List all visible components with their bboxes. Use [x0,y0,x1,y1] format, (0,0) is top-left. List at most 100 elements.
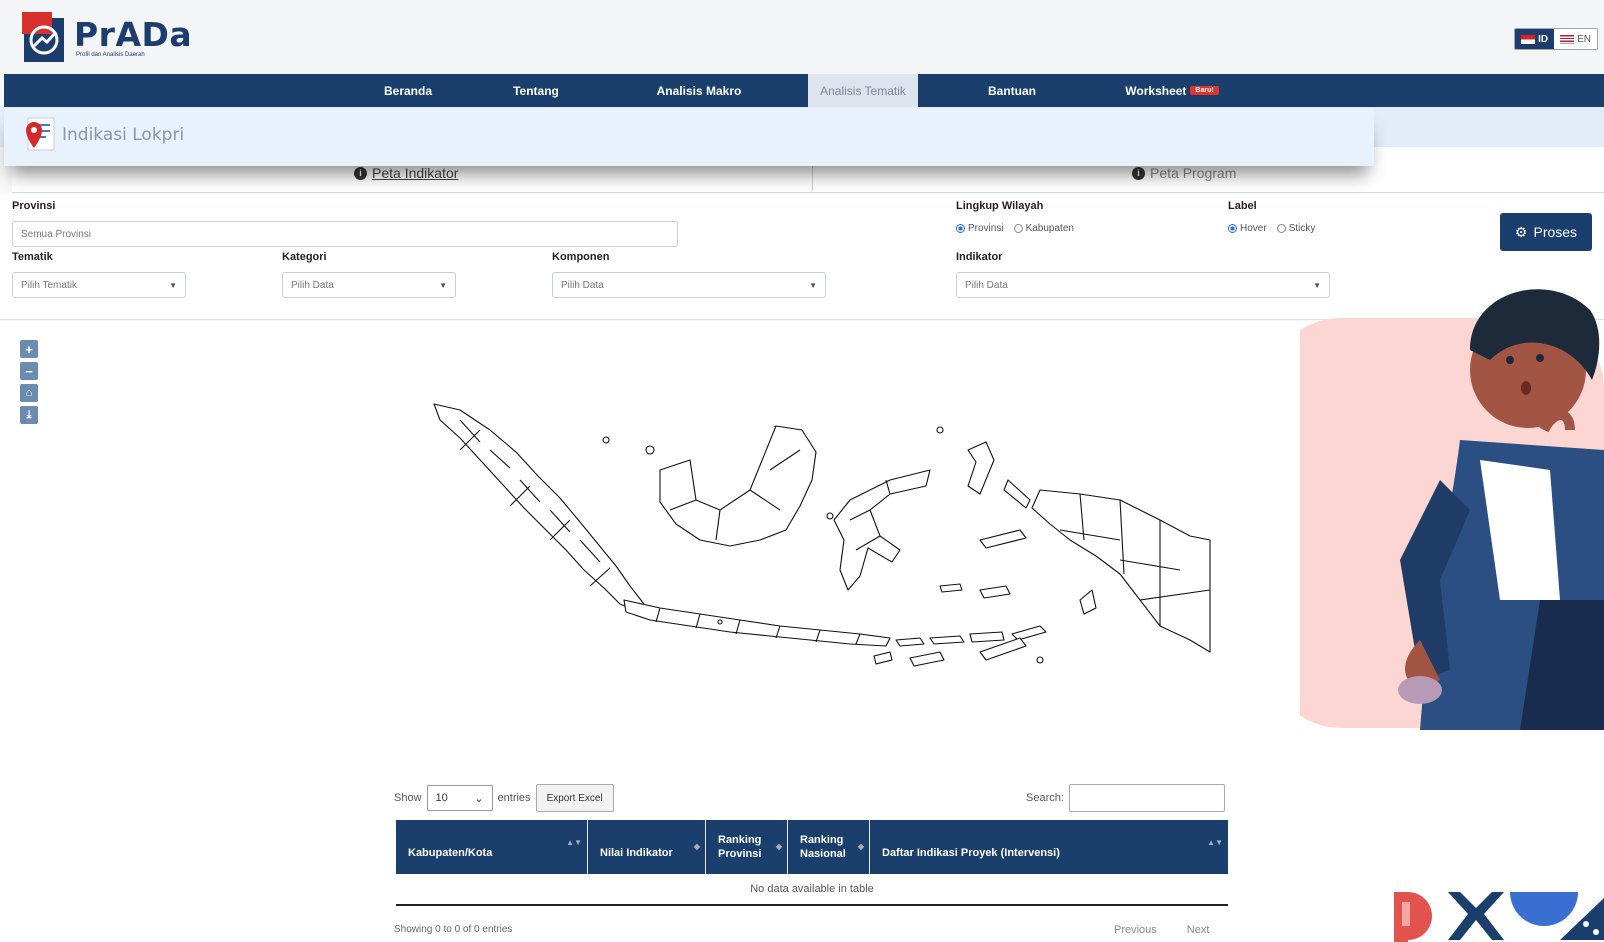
sort-icon: ◆ [775,842,782,851]
nav-beranda[interactable]: Beranda [356,74,460,107]
kategori-value: Pilih Data [291,279,334,291]
nav-tentang[interactable]: Tentang [488,74,584,107]
radio-sticky[interactable]: Sticky [1276,223,1316,234]
radio-kabupaten-label: Kabupaten [1025,223,1074,234]
sort-icon: ◆ [693,842,700,851]
tematik-select[interactable]: Pilih Tematik ▼ [12,272,186,298]
lang-id-label: ID [1538,33,1549,45]
sort-asc-icon: ▲▼ [566,838,582,847]
col-daftar-label: Daftar Indikasi Proyek (Intervensi) [882,847,1060,859]
main-navbar: Beranda Tentang Analisis Makro Analisis … [4,74,1604,107]
search-label: Search: [1026,792,1064,804]
page: PrADa Profil dan Analisis Daerah ID EN B… [0,0,1604,942]
proses-label: Proses [1533,224,1578,240]
table-header: Kabupaten/Kota ▲▼ Nilai Indikator ◆ Rankin… [396,820,1228,874]
map-controls: + − ⌂ ⤓ [20,340,38,424]
id-flag-icon [1521,34,1536,44]
uk-flag-icon [1560,34,1575,44]
region-java [623,599,891,647]
col-ranking-nasional[interactable]: Ranking Nasional ◆ [788,820,870,874]
nav-analisis-tematik[interactable]: Analisis Tematik [808,74,918,107]
kategori-label: Kategori [282,251,327,263]
radio-checked-icon [956,224,965,233]
character-illustration [1300,289,1604,730]
caret-down-icon: ▼ [169,280,177,290]
logo-mark-icon [22,12,64,62]
lang-en-label: EN [1577,33,1591,45]
empty-table-row: No data available in table [396,874,1228,906]
zoom-out-button[interactable]: − [20,362,38,380]
table-info: Showing 0 to 0 of 0 entries [394,924,513,935]
tematik-value: Pilih Tematik [21,279,77,291]
proses-button[interactable]: ⚙ Proses [1500,213,1592,251]
indonesia-map[interactable] [420,390,1230,690]
col-rank-nas-label-1: Ranking [800,834,844,846]
page-title-banner: Indikasi Lokpri [4,108,1374,166]
radio-hover-label: Hover [1240,223,1267,234]
label-label: Label [1228,200,1257,212]
komponen-label: Komponen [552,251,610,263]
region-sumatra [433,403,645,613]
lang-en-button[interactable]: EN [1554,29,1597,49]
tab-peta-indikator[interactable]: i Peta Indikator [354,165,458,181]
lingkup-wilayah-label: Lingkup Wilayah [956,200,1044,212]
provinsi-placeholder: Semua Provinsi [21,228,92,240]
col-nilai-indikator[interactable]: Nilai Indikator ◆ [588,820,706,874]
next-button[interactable]: Next [1187,924,1210,936]
label-radios: Hover Sticky [1228,223,1315,234]
indikator-select[interactable]: Pilih Data ▼ [956,272,1330,298]
radio-hover[interactable]: Hover [1228,223,1267,234]
prada-logo[interactable]: PrADa Profil dan Analisis Daerah [22,12,192,64]
nav-analisis-makro[interactable]: Analisis Makro [624,74,774,107]
indikator-label: Indikator [956,251,1003,263]
page-title: Indikasi Lokpri [62,125,185,145]
radio-unchecked-icon [1276,224,1286,233]
kategori-select[interactable]: Pilih Data ▼ [282,272,456,298]
radio-sticky-label: Sticky [1288,223,1316,234]
search-control: Search: [1026,784,1225,812]
tab-peta-indikator-label: Peta Indikator [372,165,459,181]
indikator-value: Pilih Data [965,279,1008,291]
lingkup-wilayah-radios: Provinsi Kabupaten [956,223,1074,234]
info-icon: i [354,166,367,180]
provinsi-input[interactable]: Semua Provinsi [12,221,678,247]
decorative-shapes [1394,892,1604,942]
radio-checked-icon [1228,224,1237,233]
new-badge: Baru! [1190,86,1219,95]
col-daftar-indikasi[interactable]: Daftar Indikasi Proyek (Intervensi) ▲▼ [870,820,1228,874]
provinsi-label: Provinsi [12,200,56,212]
page-size-control: Show 10 ⌄ entries Export Excel [394,784,614,812]
caret-down-icon: ▼ [439,280,447,290]
gears-icon: ⚙ [1514,223,1528,240]
nav-worksheet-label: Worksheet [1125,83,1187,98]
col-kabupaten-kota[interactable]: Kabupaten/Kota ▲▼ [396,820,588,874]
lang-id-button[interactable]: ID [1515,29,1555,49]
radio-provinsi[interactable]: Provinsi [956,223,1004,234]
home-icon[interactable]: ⌂ [20,384,38,402]
col-rank-prov-label-1: Ranking [718,834,762,846]
col-ranking-provinsi[interactable]: Ranking Provinsi ◆ [706,820,788,874]
radio-unchecked-icon [1013,224,1023,233]
brand-name: PrADa [74,15,193,54]
entries-label: entries [497,792,531,804]
export-excel-button[interactable]: Export Excel [535,784,614,812]
zoom-in-button[interactable]: + [20,340,38,358]
col-rank-prov-label-2: Provinsi [718,848,762,860]
komponen-value: Pilih Data [561,279,604,291]
tab-peta-program[interactable]: i Peta Program [1132,165,1236,181]
komponen-select[interactable]: Pilih Data ▼ [552,272,826,298]
chevron-down-icon: ⌄ [474,792,484,805]
previous-button[interactable]: Previous [1114,924,1157,936]
caret-down-icon: ▼ [809,280,817,290]
nav-worksheet[interactable]: Worksheet Baru! [1112,74,1232,107]
tematik-label: Tematik [12,251,53,263]
search-input[interactable] [1068,784,1225,812]
radio-kabupaten[interactable]: Kabupaten [1013,223,1074,234]
nav-bantuan[interactable]: Bantuan [952,74,1072,107]
download-icon[interactable]: ⤓ [20,406,38,424]
page-size-select[interactable]: 10 ⌄ [426,785,493,811]
info-icon: i [1132,166,1145,180]
sort-asc-icon: ▲▼ [1207,838,1223,847]
map-pin-list-icon [26,117,55,151]
col-nilai-label: Nilai Indikator [600,847,673,859]
